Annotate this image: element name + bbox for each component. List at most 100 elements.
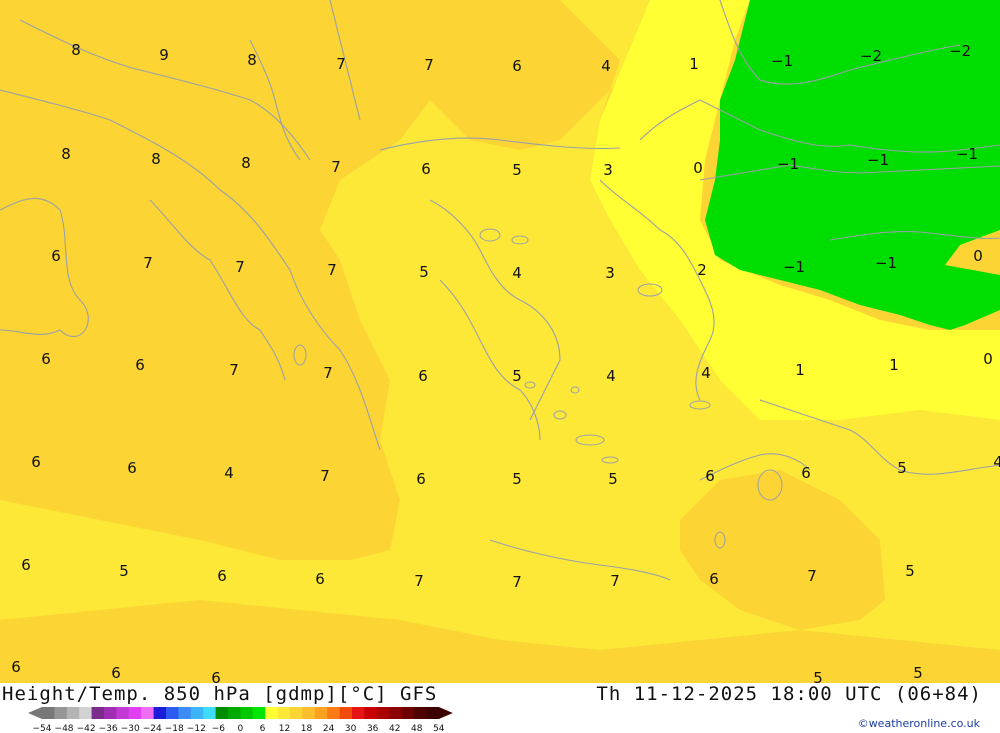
legend-swatch bbox=[42, 707, 55, 719]
legend-tick-label: −54 bbox=[33, 724, 52, 733]
isotherm-value: 7 bbox=[807, 567, 817, 585]
legend-swatch bbox=[327, 707, 340, 719]
legend-ticks: −54 −48 −42 −36 −30 −24 −18 −12 −6 0 6 12 18 24 30 36 42… bbox=[33, 724, 445, 733]
isotherm-value: −2 bbox=[949, 42, 971, 60]
legend-swatch bbox=[166, 707, 179, 719]
isotherm-value: 4 bbox=[606, 367, 616, 385]
isotherm-value: 3 bbox=[605, 264, 615, 282]
isotherm-value: 7 bbox=[424, 56, 434, 74]
isotherm-value: 6 bbox=[801, 464, 811, 482]
isotherm-value: 8 bbox=[247, 51, 257, 69]
legend-tick-label: 18 bbox=[301, 724, 313, 733]
legend-tick-label: −48 bbox=[55, 724, 74, 733]
isotherm-value: 1 bbox=[689, 55, 699, 73]
isotherm-value: 7 bbox=[235, 258, 245, 276]
isotherm-value: −1 bbox=[783, 258, 805, 276]
isotherm-value: −1 bbox=[867, 151, 889, 169]
isotherm-value: 7 bbox=[610, 572, 620, 590]
legend-swatches bbox=[28, 707, 453, 719]
isotherm-value: 4 bbox=[224, 464, 234, 482]
isotherm-value: −1 bbox=[956, 145, 978, 163]
isotherm-value: 0 bbox=[973, 247, 983, 265]
isotherm-value: 7 bbox=[327, 261, 337, 279]
isotherm-value: 6 bbox=[709, 570, 719, 588]
legend-arrow-right bbox=[438, 707, 453, 719]
legend-swatch bbox=[190, 707, 204, 719]
legend-tick-label: 12 bbox=[279, 724, 290, 733]
isotherm-value: 5 bbox=[813, 669, 823, 683]
legend-tick-label: 6 bbox=[260, 724, 266, 733]
isotherm-value: 6 bbox=[217, 567, 227, 585]
legend-swatch bbox=[252, 707, 266, 719]
isotherm-value: −2 bbox=[860, 47, 882, 65]
isotherm-value: 2 bbox=[697, 261, 707, 279]
legend-swatch bbox=[376, 707, 390, 719]
isotherm-value: 5 bbox=[419, 263, 429, 281]
legend-swatch bbox=[352, 707, 365, 719]
legend-tick-label: 0 bbox=[238, 724, 244, 733]
legend-tick-label: 42 bbox=[389, 724, 400, 733]
isotherm-value: 8 bbox=[151, 150, 161, 168]
isotherm-value: 5 bbox=[897, 459, 907, 477]
legend-tick-label: 30 bbox=[345, 724, 357, 733]
legend-tick-label: −30 bbox=[121, 724, 140, 733]
map-timestamp: Th 11-12-2025 18:00 UTC (06+84) bbox=[596, 683, 982, 705]
isotherm-value: 8 bbox=[71, 41, 81, 59]
legend-swatch bbox=[128, 707, 142, 719]
isotherm-value: 6 bbox=[31, 453, 41, 471]
legend-swatch bbox=[339, 707, 353, 719]
legend-tick-label: −12 bbox=[187, 724, 206, 733]
isotherm-value: 4 bbox=[512, 264, 522, 282]
isotherm-value: 6 bbox=[41, 350, 51, 368]
isotherm-value: 5 bbox=[913, 664, 923, 682]
isotherm-value: 4 bbox=[993, 453, 1000, 471]
legend-swatch bbox=[153, 707, 167, 719]
legend-swatch bbox=[314, 707, 328, 719]
legend-swatch bbox=[290, 707, 303, 719]
legend-tick-label: −6 bbox=[212, 724, 226, 733]
isotherm-value: 6 bbox=[315, 570, 325, 588]
isotherm-value: 7 bbox=[143, 254, 153, 272]
isotherm-value: 8 bbox=[241, 154, 251, 172]
legend-swatch bbox=[265, 707, 278, 719]
isotherm-value: 4 bbox=[601, 57, 611, 75]
isotherm-value: 7 bbox=[229, 361, 239, 379]
isotherm-value: 7 bbox=[512, 573, 522, 591]
legend-swatch bbox=[414, 707, 427, 719]
isotherm-value: 7 bbox=[336, 55, 346, 73]
legend-tick-label: 48 bbox=[411, 724, 423, 733]
isotherm-value: 6 bbox=[705, 467, 715, 485]
isotherm-value: 6 bbox=[127, 459, 137, 477]
legend-swatch bbox=[277, 707, 291, 719]
legend-tick-label: 54 bbox=[433, 724, 445, 733]
legend-swatch bbox=[389, 707, 402, 719]
legend-tick-label: −18 bbox=[165, 724, 184, 733]
legend-swatch bbox=[203, 707, 216, 719]
isotherm-value: 6 bbox=[512, 57, 522, 75]
legend-tick-label: 36 bbox=[367, 724, 379, 733]
isotherm-value: 6 bbox=[421, 160, 431, 178]
isotherm-value: 4 bbox=[701, 364, 711, 382]
isotherm-value: 5 bbox=[905, 562, 915, 580]
color-scale-legend: −54 −48 −42 −36 −30 −24 −18 −12 −6 0 6 12 18 24 30 36 42… bbox=[28, 707, 453, 733]
legend-swatch bbox=[66, 707, 80, 719]
isotherm-value: 6 bbox=[111, 664, 121, 682]
legend-tick-label: −24 bbox=[143, 724, 162, 733]
isotherm-value: 6 bbox=[135, 356, 145, 374]
isotherm-value: 6 bbox=[11, 658, 21, 676]
legend-swatch bbox=[228, 707, 241, 719]
isotherm-value: 6 bbox=[21, 556, 31, 574]
isotherm-value: 0 bbox=[983, 350, 993, 368]
weather-map-view: 8 9 8 7 7 6 4 1 −1 −2 −2 8 8 8 7 6 5 3 0 −1 −1 −1 6 7 7 7 5 4 3 2 −1 −1… bbox=[0, 0, 1000, 733]
legend-arrow-left bbox=[28, 707, 42, 719]
isotherm-value: 1 bbox=[795, 361, 805, 379]
legend-swatch bbox=[91, 707, 105, 719]
legend-tick-label: 24 bbox=[323, 724, 335, 733]
credit-link[interactable]: ©weatheronline.co.uk bbox=[858, 717, 980, 730]
legend-swatch bbox=[302, 707, 316, 719]
isotherm-value: 5 bbox=[512, 470, 522, 488]
isotherm-value: −1 bbox=[777, 155, 799, 173]
isotherm-value: 7 bbox=[331, 158, 341, 176]
legend-swatch bbox=[79, 707, 92, 719]
isotherm-value: 6 bbox=[211, 669, 221, 683]
